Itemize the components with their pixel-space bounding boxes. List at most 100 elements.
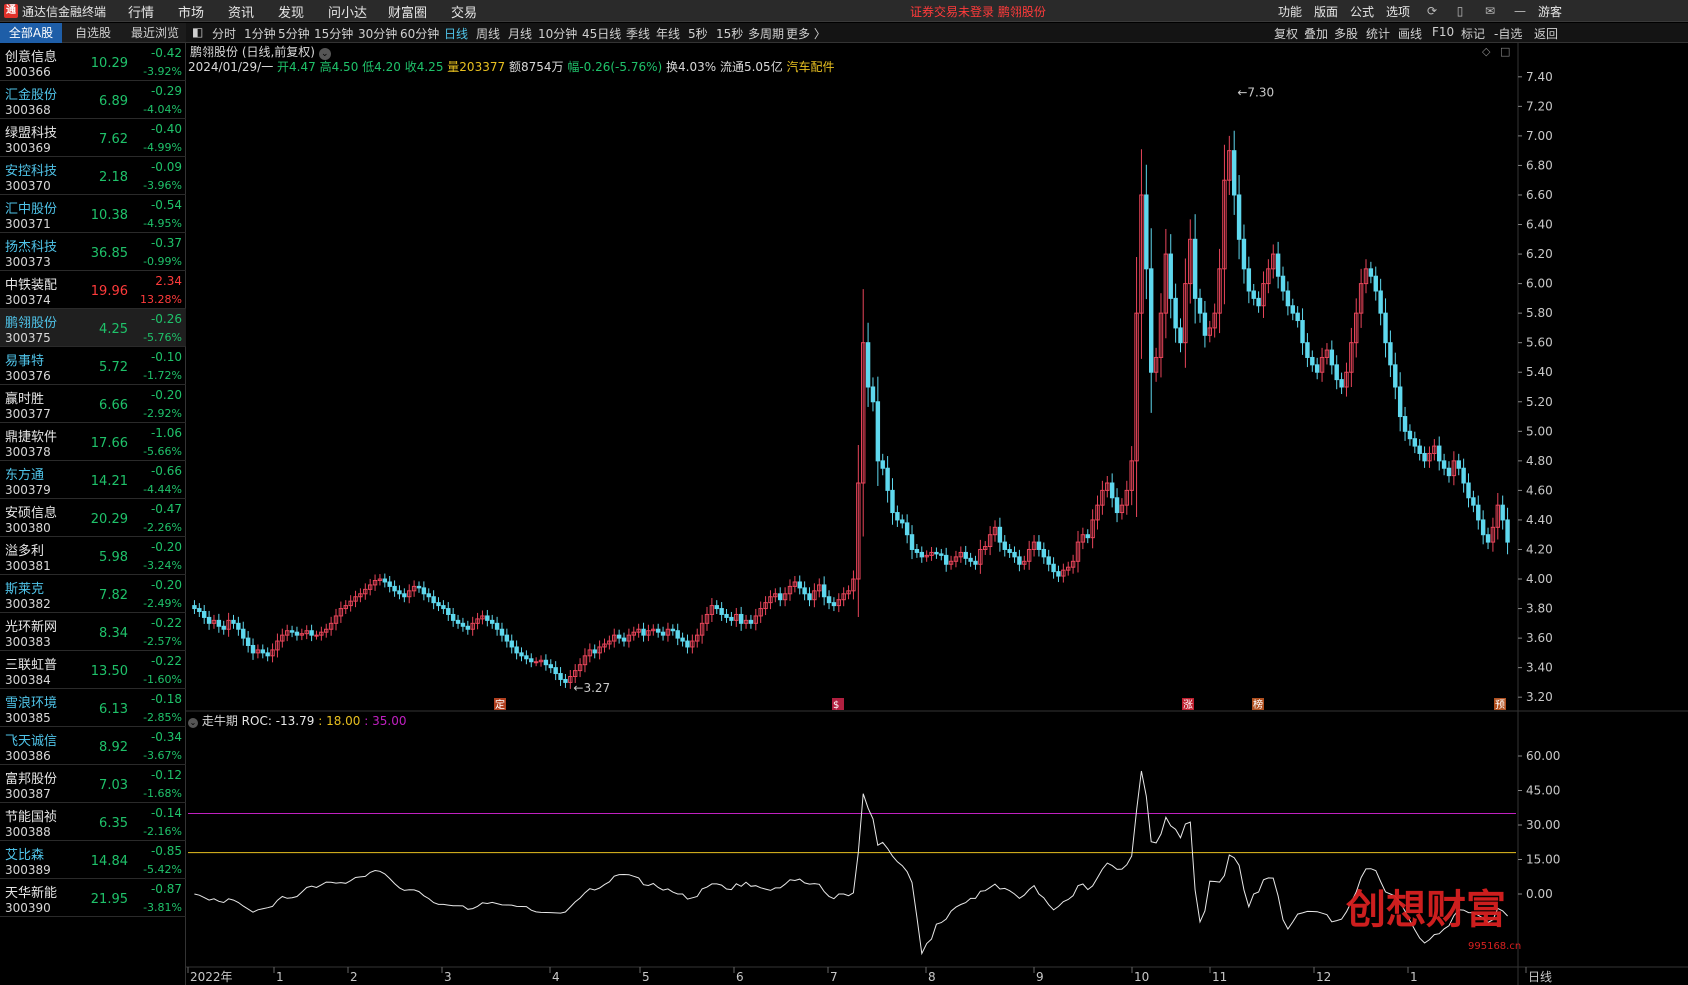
stock-row[interactable]: 艾比森 300389 14.84 -0.85 -5.42% (0, 841, 186, 879)
stock-name: 赢时胜 (5, 392, 45, 407)
stock-row[interactable]: 斯莱克 300382 7.82 -0.20 -2.49% (0, 575, 186, 613)
period-tab[interactable]: 45日线 (582, 25, 621, 42)
stock-row[interactable]: 飞天诚信 300386 8.92 -0.34 -3.67% (0, 727, 186, 765)
candle-body (1285, 290, 1291, 307)
period-tab[interactable]: 更多 〉 (786, 25, 826, 42)
candle-body (221, 625, 226, 630)
stock-row[interactable]: 光环新网 300383 8.34 -0.22 -2.57% (0, 613, 186, 651)
menu-quotes[interactable]: 行情 (128, 2, 154, 21)
login-status-text[interactable]: 证券交易未登录 鹏翎股份 (910, 3, 1046, 20)
menu-market[interactable]: 市场 (178, 2, 204, 21)
stock-row[interactable]: 扬杰科技 300373 36.85 -0.37 -0.99% (0, 233, 186, 271)
period-tab[interactable]: 15秒 (716, 25, 743, 42)
y-tick-label: 7.20 (1526, 99, 1553, 113)
stock-change: -0.26 (150, 312, 182, 326)
tab-recent[interactable]: 最近浏览 (124, 23, 186, 43)
period-tab[interactable]: 季线 (626, 25, 650, 42)
phone-icon[interactable]: ▯ (1452, 3, 1468, 19)
period-tab[interactable]: 日线 (444, 25, 468, 42)
stock-row[interactable]: 赢时胜 300377 6.66 -0.20 -2.92% (0, 385, 186, 423)
menu-trade[interactable]: 交易 (451, 2, 477, 21)
stock-row[interactable]: 鹏翎股份 300375 4.25 -0.26 -5.76% (0, 309, 186, 347)
period-tab[interactable]: 多周期 (748, 25, 784, 42)
stock-change: -0.10 (150, 350, 182, 364)
stock-change-pct: -4.44% (143, 483, 182, 496)
stock-row[interactable]: 安硕信息 300380 20.29 -0.47 -2.26% (0, 499, 186, 537)
period-tab[interactable]: 5分钟 (278, 25, 310, 42)
stock-row[interactable]: 创意信息 300366 10.29 -0.42 -3.92% (0, 43, 186, 81)
stock-row[interactable]: 三联虹普 300384 13.50 -0.22 -1.60% (0, 651, 186, 689)
stock-row[interactable]: 安控科技 300370 2.18 -0.09 -3.96% (0, 157, 186, 195)
mail-icon[interactable]: ✉ (1482, 3, 1498, 19)
stock-row[interactable]: 汇中股份 300371 10.38 -0.54 -4.95% (0, 195, 186, 233)
menu-news[interactable]: 资讯 (228, 2, 254, 21)
toolbar-tool[interactable]: 多股 (1334, 25, 1358, 42)
stock-row[interactable]: 鼎捷软件 300378 17.66 -1.06 -5.66% (0, 423, 186, 461)
toolbar-tool[interactable]: 复权 (1274, 25, 1298, 42)
candle-body (397, 590, 402, 595)
candle-body (1441, 460, 1447, 469)
period-tab[interactable]: 1分钟 (244, 25, 276, 42)
candlestick-chart[interactable]: 7.40 7.20 7.00 6.80 6.60 6.40 6.20 6.00 5.80 5.60… (186, 43, 1688, 985)
toolbar-tool[interactable]: 画线 (1398, 25, 1422, 42)
stock-change: -0.20 (150, 578, 182, 592)
stock-row[interactable]: 易事特 300376 5.72 -0.10 -1.72% (0, 347, 186, 385)
period-tab[interactable]: 月线 (508, 25, 532, 42)
period-tab[interactable]: 分时 (212, 25, 236, 42)
x-tick-label: 日线 (1528, 970, 1552, 984)
stock-row[interactable]: 汇金股份 300368 6.89 -0.29 -4.04% (0, 81, 186, 119)
tab-all-a-shares[interactable]: 全部A股 (0, 23, 62, 43)
stock-row[interactable]: 绿盟科技 300369 7.62 -0.40 -4.99% (0, 119, 186, 157)
period-tab[interactable]: 10分钟 (538, 25, 577, 42)
stock-price: 8.92 (99, 740, 128, 755)
candle-body (1368, 268, 1374, 277)
toolbar-tool[interactable]: -自选 (1494, 25, 1522, 42)
candle-body (1178, 327, 1183, 344)
stock-change-pct: -3.67% (143, 749, 182, 762)
y-tick-label: 3.80 (1526, 602, 1553, 616)
toolbar-tool[interactable]: 返回 (1534, 25, 1558, 42)
toolbar-tool[interactable]: F10 (1432, 25, 1454, 39)
panel-toggle-icon[interactable]: ◧ (192, 25, 203, 39)
stock-row[interactable]: 中铁装配 300374 19.96 2.34 13.28% (0, 271, 186, 309)
stock-price: 4.25 (99, 322, 128, 337)
refresh-icon[interactable]: ⟳ (1424, 3, 1440, 19)
menu-wealth[interactable]: 财富圈 (388, 2, 427, 21)
candle-body (1197, 297, 1203, 314)
minimize-icon[interactable]: — (1512, 3, 1528, 19)
x-tick-label: 6 (736, 970, 744, 984)
menu-discover[interactable]: 发现 (278, 2, 304, 21)
toolbar-tool[interactable]: 统计 (1366, 25, 1390, 42)
stock-name: 节能国祯 (5, 810, 58, 825)
toolbar-tool[interactable]: 标记 (1461, 25, 1485, 42)
stock-row[interactable]: 节能国祯 300388 6.35 -0.14 -2.16% (0, 803, 186, 841)
price-annotation: ←3.27 (573, 681, 610, 695)
y-tick-label: 4.40 (1526, 513, 1553, 527)
period-tab[interactable]: 5秒 (688, 25, 708, 42)
guest-label[interactable]: 游客 (1538, 3, 1562, 20)
stock-row[interactable]: 溢多利 300381 5.98 -0.20 -3.24% (0, 537, 186, 575)
menu-ask[interactable]: 问小达 (328, 2, 367, 21)
candle-body (909, 534, 915, 550)
period-tab[interactable]: 年线 (656, 25, 680, 42)
candle-body (1017, 556, 1022, 565)
stock-row[interactable]: 东方通 300379 14.21 -0.66 -4.44% (0, 461, 186, 499)
menu-formula[interactable]: 公式 (1350, 3, 1374, 20)
candle-body (1378, 290, 1383, 314)
tab-watchlist[interactable]: 自选股 (62, 23, 124, 43)
period-tab[interactable]: 周线 (476, 25, 500, 42)
period-tab[interactable]: 15分钟 (314, 25, 353, 42)
period-tab[interactable]: 30分钟 (358, 25, 397, 42)
stock-row[interactable]: 雪浪环境 300385 6.13 -0.18 -2.85% (0, 689, 186, 727)
menu-function[interactable]: 功能 (1278, 3, 1302, 20)
toolbar-tool[interactable]: 叠加 (1304, 25, 1328, 42)
stock-row[interactable]: 天华新能 300390 21.95 -0.87 -3.81% (0, 879, 186, 917)
event-marker-label: 涨 (1183, 699, 1193, 711)
menu-layout[interactable]: 版面 (1314, 3, 1338, 20)
candle-body (421, 587, 427, 595)
candle-body (1202, 312, 1208, 336)
period-tab[interactable]: 60分钟 (400, 25, 439, 42)
stock-row[interactable]: 富邦股份 300387 7.03 -0.12 -1.68% (0, 765, 186, 803)
x-tick-label: 10 (1134, 970, 1149, 984)
menu-options[interactable]: 选项 (1386, 3, 1410, 20)
